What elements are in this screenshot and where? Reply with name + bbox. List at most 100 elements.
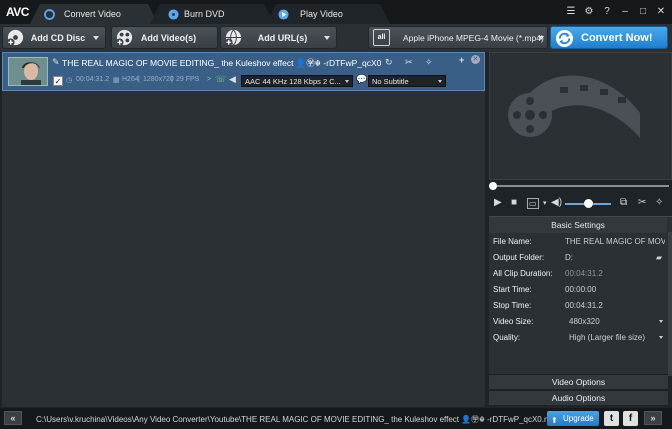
play-icon[interactable]: ▶ [494,197,502,208]
effects-icon[interactable]: ✧ [655,197,663,208]
twitter-icon[interactable]: t [604,411,619,426]
chevron-down-icon[interactable]: ▾ [543,199,547,207]
thumbnail-image [9,58,47,85]
remove-icon[interactable]: ✕ [471,55,480,64]
upgrade-button[interactable]: ⬆ Upgrade [547,411,599,426]
output-profile-select[interactable]: all Apple iPhone MPEG-4 Movie (*.mp4) [368,26,548,49]
setting-quality[interactable]: Quality: High (Larger file size) [489,330,667,346]
output-arrow-icon: > [207,76,212,83]
setting-value[interactable]: High (Larger file size) [569,333,669,342]
subtitle-label: No Subtitle [372,77,409,86]
output-path: C:\Users\v.kruchina\Videos\Any Video Con… [36,415,560,424]
rotate-icon[interactable]: ↻ [385,57,393,68]
subtitle-select[interactable]: No Subtitle [368,75,446,87]
phone-icon: ☏ [215,74,227,84]
setting-label: Stop Time: [493,301,532,310]
menu-icon[interactable]: ☰ [564,4,578,18]
subtitle-icon: 💬 [356,74,368,84]
seek-slider[interactable] [489,182,670,190]
video-options-button[interactable]: Video Options [489,374,668,389]
chevron-down-icon[interactable] [324,36,330,40]
setting-stop-time[interactable]: Stop Time: 00:04:31.2 [489,298,667,314]
file-checkbox[interactable]: ✓ [53,76,63,86]
seek-track[interactable] [493,185,669,187]
audio-track-label: AAC 44 KHz 128 Kbps 2 C... [245,77,341,86]
convert-now-button[interactable]: Convert Now! [550,26,668,49]
tab-play-video[interactable]: Play Video [266,4,390,24]
title-bar: AVC Convert Video Burn DVD Play Video ☰ … [0,0,672,24]
minimize-icon[interactable]: – [618,4,632,18]
button-label: Upgrade [563,414,594,423]
setting-video-size[interactable]: Video Size: 480x320 [489,314,667,330]
tab-burn-dvd[interactable]: Burn DVD [150,4,274,24]
setting-label: File Name: [493,237,532,246]
stop-icon[interactable]: ■ [511,197,517,208]
tab-label: Convert Video [64,9,121,19]
profile-label: Apple iPhone MPEG-4 Movie (*.mp4) [403,33,544,43]
effects-icon[interactable]: ✧ [425,57,433,68]
separator: | [138,76,140,83]
chevron-down-icon[interactable] [659,320,663,323]
help-icon[interactable]: ? [600,4,614,18]
clock-icon: ◷ [66,77,73,84]
chevron-down-icon [438,80,442,83]
file-duration: 00:04:31.2 [76,76,110,83]
collapse-right-button[interactable]: » [644,411,662,425]
setting-value[interactable]: 00:04:31.2 [565,301,665,310]
setting-label: Start Time: [493,285,532,294]
refresh-icon [44,9,55,20]
chevron-down-icon[interactable] [659,336,663,339]
settings-scrollbar[interactable] [668,232,672,376]
volume-icon[interactable]: ◀) [551,197,562,208]
setting-value[interactable]: 480x320 [569,317,669,326]
player-controls: ▶ ■ ▭ ▾ ◀) ⧉ ✂ ✧ [489,193,672,215]
file-list: ✎ THE REAL MAGIC OF MOVIE EDITING_ the K… [2,52,485,407]
setting-value[interactable]: 00:00:00 [565,285,665,294]
upgrade-icon: ⬆ [551,416,558,425]
tab-convert-video[interactable]: Convert Video [30,4,158,24]
trim-icon[interactable]: ✂ [638,197,646,208]
panel-title: Basic Settings [489,217,667,233]
edit-icon[interactable]: ✎ [52,57,60,68]
file-fps: 29 FPS [176,76,200,83]
seek-handle[interactable] [489,182,497,190]
copy-icon[interactable]: ⧉ [620,197,627,208]
video-thumbnail[interactable] [8,57,48,86]
trim-icon[interactable]: ✂ [405,57,413,68]
tab-label: Burn DVD [184,9,225,19]
setting-value[interactable]: THE REAL MAGIC OF MOVIE EDITING [565,237,665,246]
setting-label: Quality: [493,333,521,342]
film-reel-icon [508,75,640,138]
button-label: Add Video(s) [140,32,197,43]
file-title: THE REAL MAGIC OF MOVIE EDITING_ the Kul… [62,58,382,68]
add-urls-button[interactable]: Add URL(s) [220,26,337,49]
add-icon[interactable]: + [459,55,464,65]
gear-icon[interactable]: ⚙ [582,4,596,18]
file-item[interactable]: ✎ THE REAL MAGIC OF MOVIE EDITING_ the K… [2,52,485,91]
snapshot-icon[interactable]: ▭ [527,198,539,209]
file-resolution: 1280x720 [143,76,174,83]
setting-value[interactable]: D: [565,253,665,262]
add-cd-disc-button[interactable]: Add CD Disc [2,26,106,49]
audio-track-select[interactable]: AAC 44 KHz 128 Kbps 2 C... [241,75,353,87]
button-label: Add CD Disc [30,32,86,43]
chevron-down-icon[interactable] [538,36,544,40]
setting-value: 00:04:31.2 [565,269,603,278]
audio-options-button[interactable]: Audio Options [489,390,668,405]
facebook-icon[interactable]: f [623,411,638,426]
chevron-down-icon [345,80,349,83]
profile-all-icon: all [373,29,390,46]
folder-icon[interactable]: ▰ [656,253,662,262]
chevron-down-icon[interactable] [93,36,99,40]
toolbar: Add CD Disc Add Video(s) Add URL(s) all … [0,24,672,52]
setting-label: All Clip Duration: [493,269,553,278]
setting-start-time[interactable]: Start Time: 00:00:00 [489,282,667,298]
collapse-left-button[interactable]: « [4,411,22,425]
window-controls: ☰ ⚙ ? – □ ✕ [564,4,668,20]
add-videos-button[interactable]: Add Video(s) [111,26,218,49]
close-icon[interactable]: ✕ [654,4,668,18]
volume-handle[interactable] [584,199,593,208]
setting-output-folder[interactable]: Output Folder: D: ▰ [489,250,667,266]
setting-file-name[interactable]: File Name: THE REAL MAGIC OF MOVIE EDITI… [489,234,667,250]
maximize-icon[interactable]: □ [636,4,650,18]
